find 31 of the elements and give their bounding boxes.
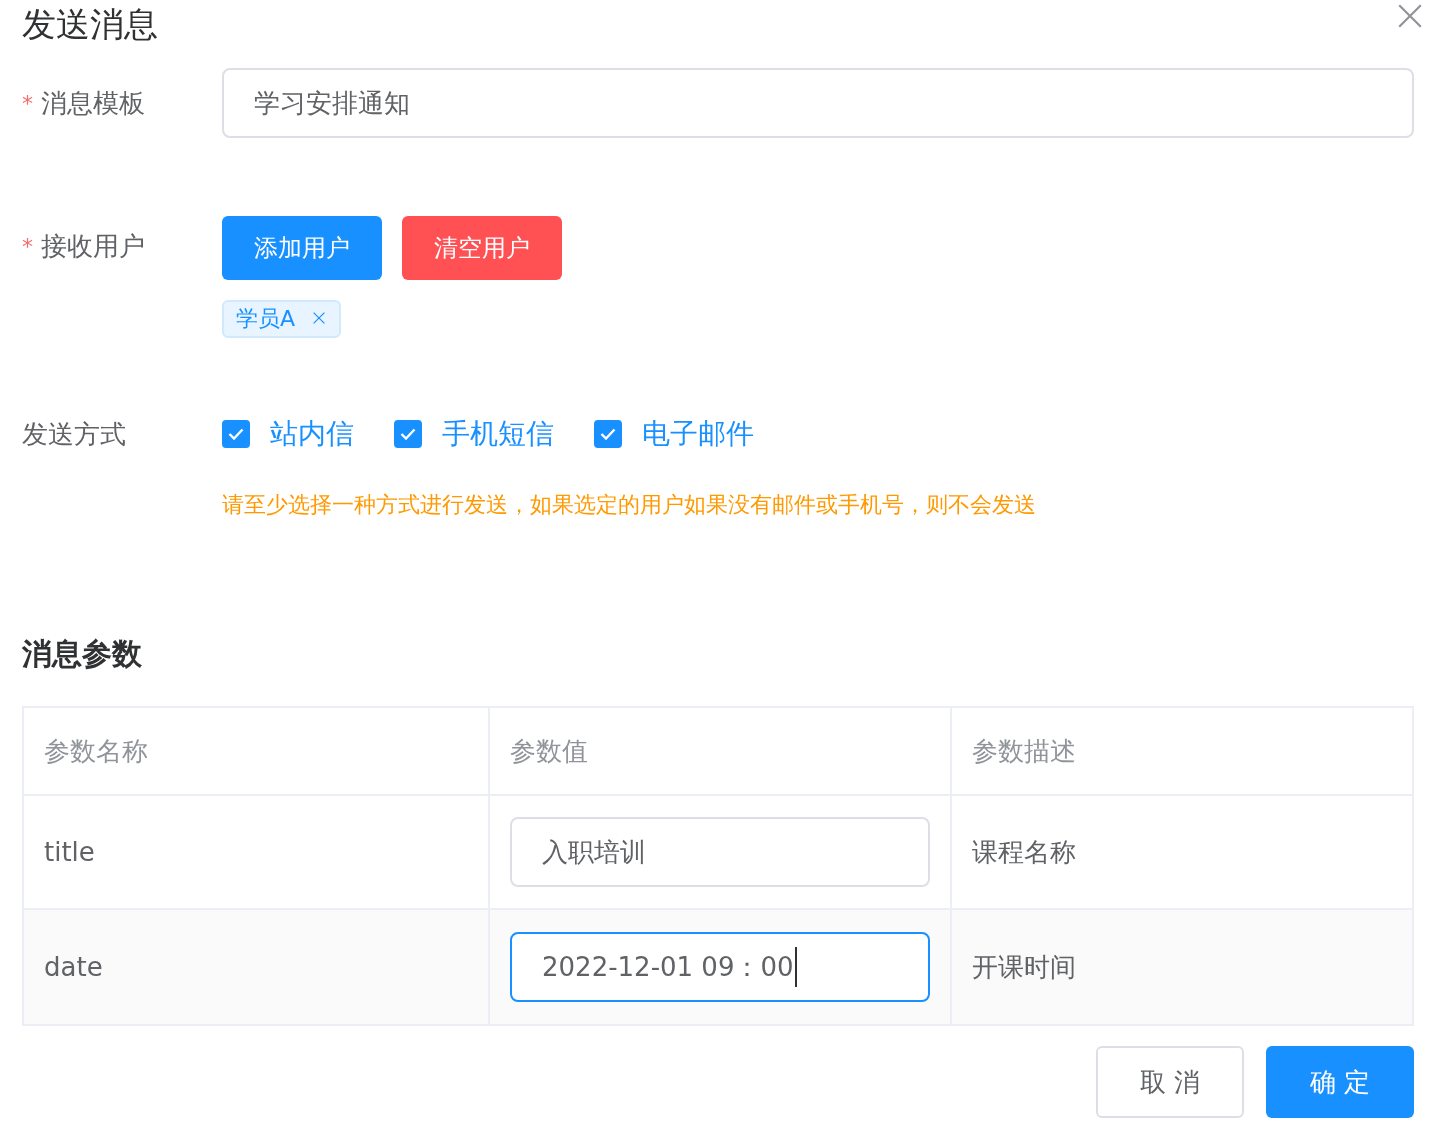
- cancel-button[interactable]: 取 消: [1096, 1046, 1244, 1118]
- param-value-field[interactable]: 2022-12-01 09：00: [510, 932, 930, 1002]
- table-cell: 开课时间: [952, 910, 1412, 1024]
- text-cursor: [794, 947, 797, 987]
- field-label: 消息模板: [41, 86, 145, 120]
- table-cell: date: [24, 910, 490, 1024]
- tag-label: 学员A: [236, 305, 296, 333]
- table-cell: title: [24, 796, 490, 910]
- required-mark: *: [22, 233, 33, 259]
- check-icon: [228, 428, 244, 440]
- section-title: 消息参数: [22, 635, 143, 673]
- param-value-field[interactable]: 入职培训: [510, 817, 930, 887]
- clear-users-button[interactable]: 清空用户: [402, 216, 562, 280]
- checkbox-label: 站内信: [270, 416, 354, 452]
- confirm-button[interactable]: 确 定: [1266, 1046, 1414, 1118]
- check-icon: [400, 428, 416, 440]
- close-icon: [313, 312, 326, 324]
- field-label: 接收用户: [41, 229, 145, 263]
- dialog-title: 发送消息: [22, 3, 158, 46]
- field-label: 发送方式: [22, 417, 126, 451]
- check-icon: [600, 428, 616, 440]
- checkbox[interactable]: [222, 420, 250, 448]
- checkbox-label: 电子邮件: [642, 416, 754, 452]
- required-mark: *: [22, 90, 33, 116]
- checkbox[interactable]: [394, 420, 422, 448]
- close-icon: [1398, 4, 1422, 28]
- checkbox[interactable]: [594, 420, 622, 448]
- checkbox-label: 手机短信: [442, 416, 554, 452]
- add-users-button[interactable]: 添加用户: [222, 216, 382, 280]
- template-field[interactable]: 学习安排通知: [222, 68, 1414, 138]
- hint-text: 请至少选择一种方式进行发送，如果选定的用户如果没有邮件或手机号，则不会发送: [222, 491, 1036, 519]
